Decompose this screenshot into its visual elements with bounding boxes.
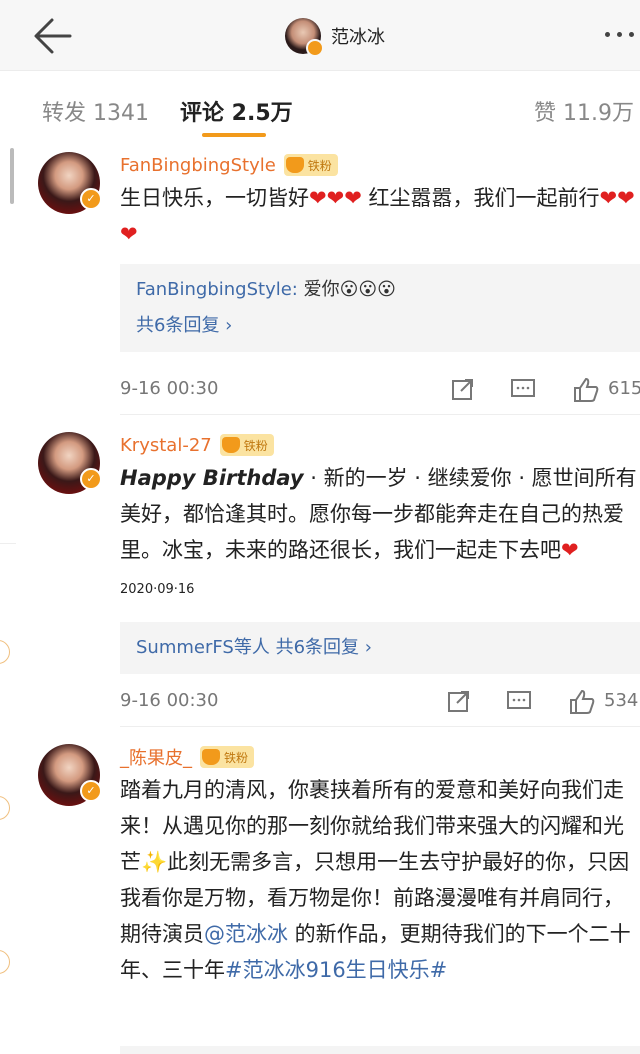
avatar[interactable]: ✓ <box>38 744 102 806</box>
header-title[interactable]: 范冰冰 <box>285 14 385 58</box>
edge-avatar-fragment <box>0 796 10 820</box>
fan-badge: 铁粉 <box>283 154 338 176</box>
crown-icon <box>285 157 304 173</box>
crown-icon <box>202 749 220 765</box>
fan-badge: 铁粉 <box>219 434 274 456</box>
avatar[interactable]: ✓ <box>38 432 102 494</box>
tab-comments[interactable]: 评论 2.5万 <box>180 95 293 127</box>
comment-actions: 9-16 00:30 615 <box>120 376 640 406</box>
heart-emoji: ❤ <box>561 538 579 562</box>
crown-icon <box>221 437 240 453</box>
comment-time: 9-16 00:30 <box>120 378 219 399</box>
more-replies-link[interactable]: 共6条回复 › <box>136 308 640 344</box>
comment-actions: 9-16 00:30 534 <box>120 688 640 718</box>
reply-username[interactable]: FanBingbingStyle: <box>136 279 298 300</box>
verified-icon: ✓ <box>80 780 102 802</box>
avatar[interactable] <box>285 18 324 57</box>
top-bar: 范冰冰 <box>0 0 640 71</box>
comment-time: 9-16 00:30 <box>120 690 219 711</box>
verified-icon: ✓ <box>80 188 102 210</box>
comment-username[interactable]: FanBingbingStyle <box>120 155 276 176</box>
scrollbar[interactable] <box>10 148 14 204</box>
divider <box>120 726 640 727</box>
back-arrow-icon[interactable] <box>30 14 80 58</box>
hashtag-link[interactable]: #范冰冰916生日快乐# <box>225 958 447 982</box>
divider <box>0 543 16 544</box>
verified-icon: ✓ <box>80 468 102 490</box>
sparkle-emoji: ✨ <box>141 850 168 874</box>
tab-repost[interactable]: 转发 1341 <box>42 95 149 127</box>
reply-box[interactable]: SummerFS等人 共6条回复 › <box>120 622 640 674</box>
comment-text: 生日快乐，一切皆好❤❤❤ 红尘嚣嚣，我们一起前行❤❤❤ <box>120 186 635 246</box>
like-icon[interactable] <box>572 376 600 404</box>
comment-text: 踏着九月的清风，你裹挟着所有的爱意和美好向我们走来！从遇见你的那一刻你就给我们带… <box>120 778 631 982</box>
mention-link[interactable]: @范冰冰 <box>204 922 288 946</box>
reply-usernames[interactable]: SummerFS等人 <box>136 637 270 658</box>
tab-likes[interactable]: 赞 11.9万 <box>534 95 634 127</box>
comment-username[interactable]: _陈果皮_ <box>120 744 192 770</box>
fan-badge: 铁粉 <box>200 746 255 768</box>
share-icon[interactable] <box>450 376 476 402</box>
share-icon[interactable] <box>446 688 472 714</box>
like-count: 534 <box>604 690 639 711</box>
heart-emoji: ❤❤❤ <box>309 186 362 210</box>
reply-box <box>120 1046 640 1054</box>
divider <box>120 414 640 415</box>
verified-icon <box>306 39 324 57</box>
tab-bar: 转发 1341 评论 2.5万 赞 11.9万 <box>0 71 640 143</box>
comment-icon[interactable] <box>510 376 536 402</box>
comment-text: Happy Birthday · 新的一岁 · 继续爱你 · 愿世间所有美好，都… <box>120 466 637 597</box>
more-dots-icon[interactable] <box>605 32 634 37</box>
active-tab-indicator <box>202 133 266 137</box>
like-icon[interactable] <box>568 688 596 716</box>
page-title: 范冰冰 <box>331 27 385 48</box>
comment-username[interactable]: Krystal-27 <box>120 435 212 456</box>
comment-icon[interactable] <box>506 688 532 714</box>
more-replies-link[interactable]: 共6条回复 › <box>270 637 372 658</box>
like-count: 615 <box>608 378 640 399</box>
reply-box[interactable]: FanBingbingStyle: 爱你😮😮😮 共6条回复 › <box>120 264 640 352</box>
avatar[interactable]: ✓ <box>38 152 102 214</box>
edge-avatar-fragment <box>0 640 10 664</box>
edge-avatar-fragment <box>0 950 10 974</box>
